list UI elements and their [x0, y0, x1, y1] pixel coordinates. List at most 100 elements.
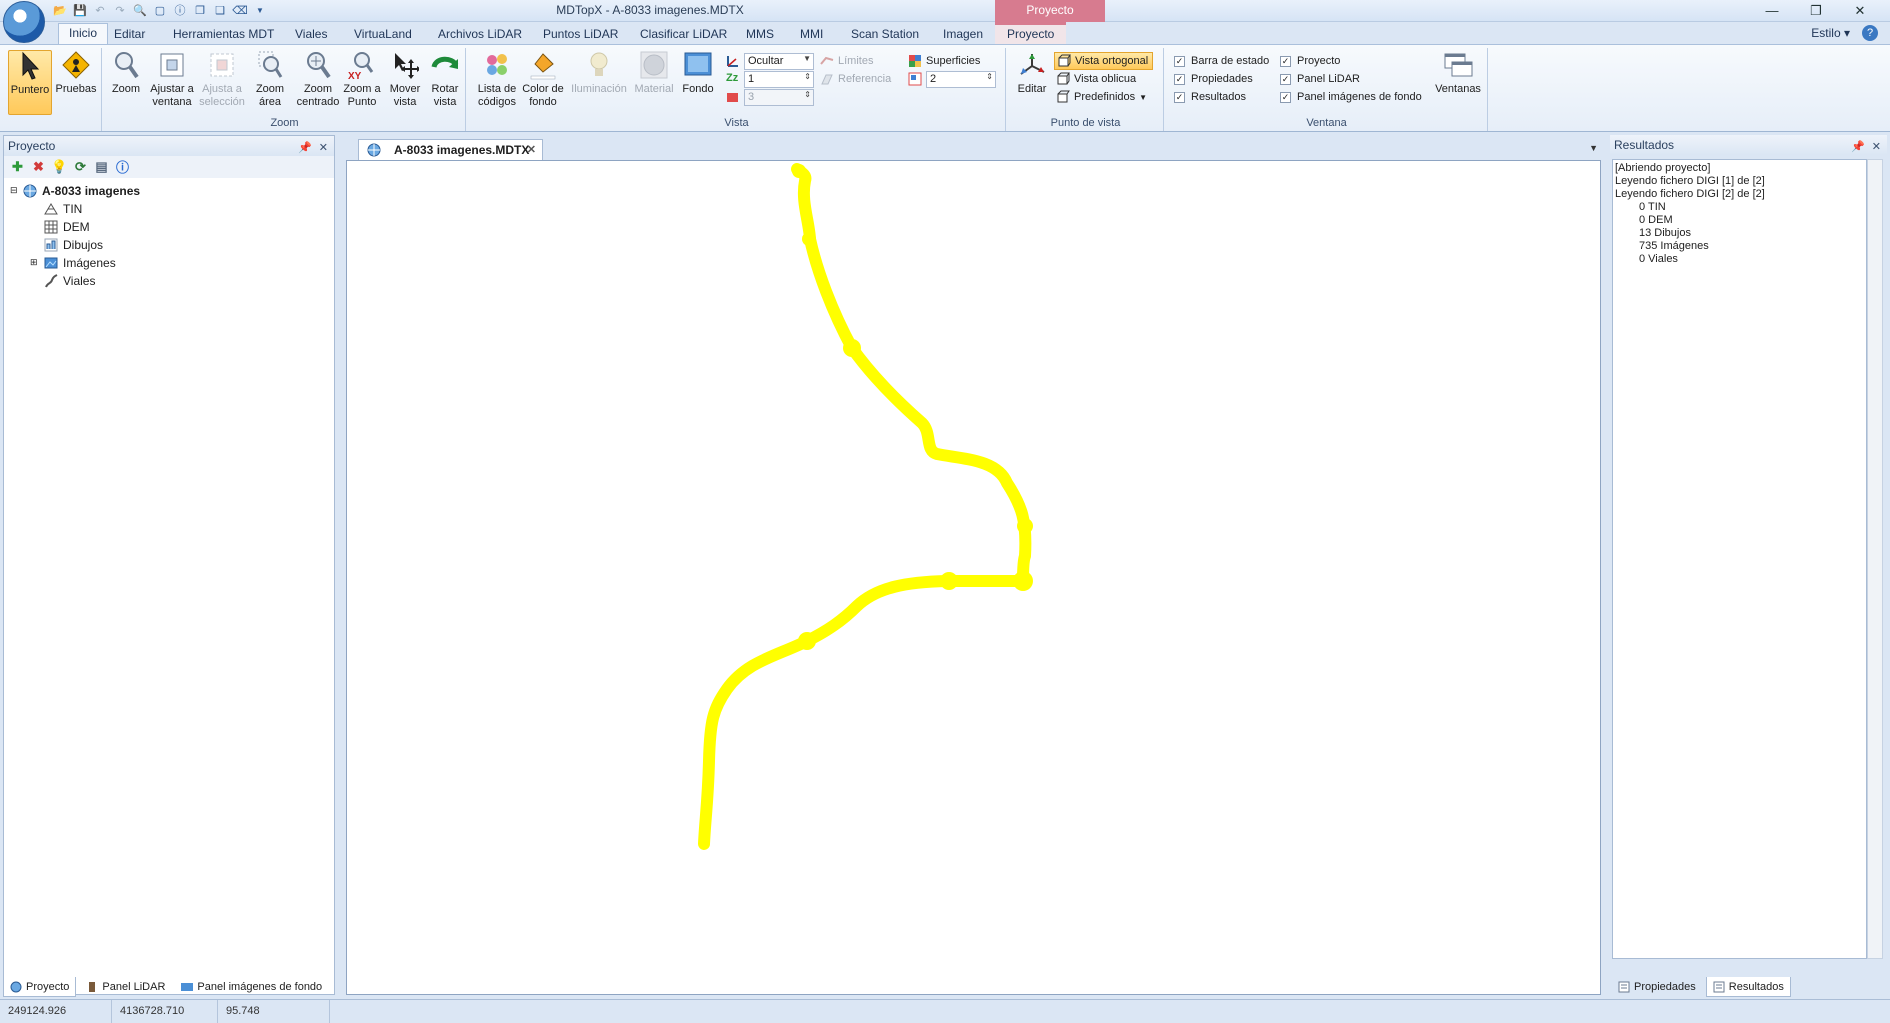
results-scrollbar[interactable]	[1867, 159, 1883, 959]
tab-proyecto[interactable]: Proyecto	[995, 22, 1067, 44]
app-logo[interactable]	[3, 1, 45, 43]
check-proyecto-label: Proyecto	[1297, 55, 1341, 67]
tree-item-label: Dibujos	[63, 237, 104, 252]
minimize-button[interactable]: —	[1750, 0, 1794, 22]
properties-icon[interactable]: ▤	[94, 159, 109, 174]
check-panel-lidar[interactable]: ✓ Panel LiDAR	[1280, 70, 1360, 88]
ocultar-select[interactable]: Ocultar ▼	[744, 52, 814, 70]
referencia-button[interactable]: Referencia	[820, 70, 891, 88]
close-button[interactable]: ✕	[1838, 0, 1882, 22]
vista-ortogonal-button[interactable]: Vista ortogonal	[1054, 52, 1154, 70]
log-line: Leyendo fichero DIGI [2] de [2]	[1615, 188, 1765, 200]
expand-icon[interactable]: ⊞	[30, 257, 40, 268]
btab-resultados[interactable]: Resultados	[1705, 977, 1791, 997]
tab-virtualand[interactable]: VirtuaLand	[354, 25, 412, 44]
restore-button[interactable]: ❐	[1794, 0, 1838, 22]
pruebas-button[interactable]: Pruebas	[54, 50, 98, 115]
background-image-icon	[683, 50, 713, 80]
puntero-button[interactable]: Puntero	[8, 50, 52, 115]
tab-herramientas-mdt[interactable]: Herramientas MDT	[173, 25, 274, 44]
tree-item-viales[interactable]: Viales	[44, 272, 95, 289]
document-tab[interactable]: A-8033 imagenes.MDTX ✕	[358, 139, 543, 160]
help-icon[interactable]: ?	[1862, 25, 1878, 41]
editar-vista-button[interactable]: Editar	[1012, 50, 1052, 115]
material-button[interactable]: Material	[632, 50, 676, 115]
log-line: 13 Dibujos	[1639, 227, 1691, 239]
check-propiedades-label: Propiedades	[1191, 73, 1253, 85]
tab-mms[interactable]: MMS	[746, 25, 774, 44]
tree-root[interactable]: ⊟ A-8033 imagenes	[10, 182, 140, 199]
mover-vista-button[interactable]: Mover vista	[384, 50, 426, 115]
zoom-xy-icon: XY	[347, 50, 377, 80]
ajusta-seleccion-button[interactable]: Ajusta a selección	[198, 50, 246, 115]
results-log[interactable]: [Abriendo proyecto] Leyendo fichero DIGI…	[1612, 159, 1867, 959]
refresh-icon[interactable]: ⟳	[73, 159, 88, 174]
tree-item-dibujos[interactable]: Dibujos	[44, 236, 103, 253]
pin-icon[interactable]: 📌	[298, 138, 312, 158]
tree-item-dem[interactable]: DEM	[44, 218, 90, 235]
info-icon[interactable]: ⓘ	[115, 159, 130, 175]
tree-item-tin[interactable]: TIN	[44, 200, 82, 217]
close-icon[interactable]: ✕	[1872, 137, 1881, 157]
vista-oblicua-button[interactable]: Vista oblicua	[1056, 70, 1136, 88]
ribbon-tabs: Inicio Editar Herramientas MDT Viales Vi…	[0, 22, 1890, 44]
tab-puntos-lidar[interactable]: Puntos LiDAR	[543, 25, 618, 44]
delete-icon[interactable]: ✖	[31, 159, 46, 174]
tree-item-imagenes[interactable]: ⊞ Imágenes	[30, 254, 116, 271]
superficies-button[interactable]: Superficies	[908, 52, 980, 70]
check-propiedades[interactable]: ✓ Propiedades	[1174, 70, 1253, 88]
check-barra-estado[interactable]: ✓ Barra de estado	[1174, 52, 1269, 70]
light-icon[interactable]: 💡	[51, 159, 67, 174]
map-canvas[interactable]	[346, 160, 1601, 995]
vista-oblicua-label: Vista oblicua	[1074, 73, 1137, 85]
tab-archivos-lidar[interactable]: Archivos LiDAR	[438, 25, 522, 44]
tab-scan-station[interactable]: Scan Station	[851, 25, 919, 44]
add-icon[interactable]: ✚	[10, 159, 25, 174]
collapse-icon[interactable]: ⊟	[10, 185, 20, 196]
sup-spinner[interactable]: 2 ⇕	[926, 70, 996, 88]
tab-clasificar-lidar[interactable]: Clasificar LiDAR	[640, 25, 727, 44]
btab-propiedades[interactable]: Propiedades	[1612, 977, 1702, 997]
ventanas-button[interactable]: Ventanas	[1432, 50, 1484, 115]
orthogonal-view-icon	[1057, 54, 1071, 68]
ajustar-ventana-button[interactable]: Ajustar a ventana	[148, 50, 196, 115]
estilo-menu[interactable]: Estilo ▾	[1811, 26, 1850, 40]
magnifier-icon	[111, 50, 141, 80]
close-icon[interactable]: ✕	[319, 138, 328, 158]
close-tab-icon[interactable]: ✕	[527, 143, 536, 156]
lista-codigos-button[interactable]: Lista de códigos	[474, 50, 520, 115]
limites-button[interactable]: Límites	[820, 52, 873, 70]
check-resultados[interactable]: ✓ Resultados	[1174, 88, 1246, 106]
road-icon	[44, 273, 58, 288]
pruebas-label: Pruebas	[55, 83, 97, 95]
fondo-button[interactable]: Fondo	[676, 50, 720, 115]
tab-imagen[interactable]: Imagen	[943, 25, 983, 44]
zoom-a-punto-label: Zoom a Punto	[343, 83, 381, 108]
zoom-a-punto-button[interactable]: XY Zoom a Punto	[340, 50, 384, 115]
zoom-button[interactable]: Zoom	[106, 50, 146, 115]
zz-spinner[interactable]: 1 ⇕	[744, 70, 814, 88]
context-tab-header: Proyecto	[995, 0, 1105, 22]
tab-viales[interactable]: Viales	[295, 25, 327, 44]
rotar-vista-button[interactable]: Rotar vista	[424, 50, 466, 115]
iluminacion-button[interactable]: Iluminación	[568, 50, 630, 115]
check-panel-imagenes[interactable]: ✓ Panel imágenes de fondo	[1280, 88, 1422, 106]
btab-panel-imagenes[interactable]: Panel imágenes de fondo	[175, 977, 328, 997]
document-list-dropdown-icon[interactable]: ▼	[1589, 143, 1598, 153]
btab-proyecto[interactable]: Proyecto	[3, 977, 77, 997]
tab-inicio[interactable]: Inicio	[58, 23, 109, 44]
color-fondo-button[interactable]: Color de fondo	[520, 50, 566, 115]
zoom-area-button[interactable]: Zoom área	[248, 50, 292, 115]
ribbon: Puntero Pruebas Zoom Ajustar a ventana A…	[0, 44, 1890, 132]
images-icon	[44, 256, 58, 270]
results-panel-header: Resultados 📌 ✕	[1610, 135, 1887, 155]
red-spinner[interactable]: 3 ⇕	[744, 88, 814, 106]
zoom-centrado-button[interactable]: Zoom centrado	[294, 50, 342, 115]
tab-mmi[interactable]: MMI	[800, 25, 823, 44]
check-proyecto[interactable]: ✓ Proyecto	[1280, 52, 1340, 70]
predefinidos-button[interactable]: Predefinidos ▼	[1056, 88, 1147, 106]
pin-icon[interactable]: 📌	[1851, 137, 1865, 157]
tab-editar[interactable]: Editar	[114, 25, 145, 44]
zz-value: 1	[748, 73, 755, 85]
btab-panel-lidar[interactable]: Panel LiDAR	[80, 977, 171, 997]
